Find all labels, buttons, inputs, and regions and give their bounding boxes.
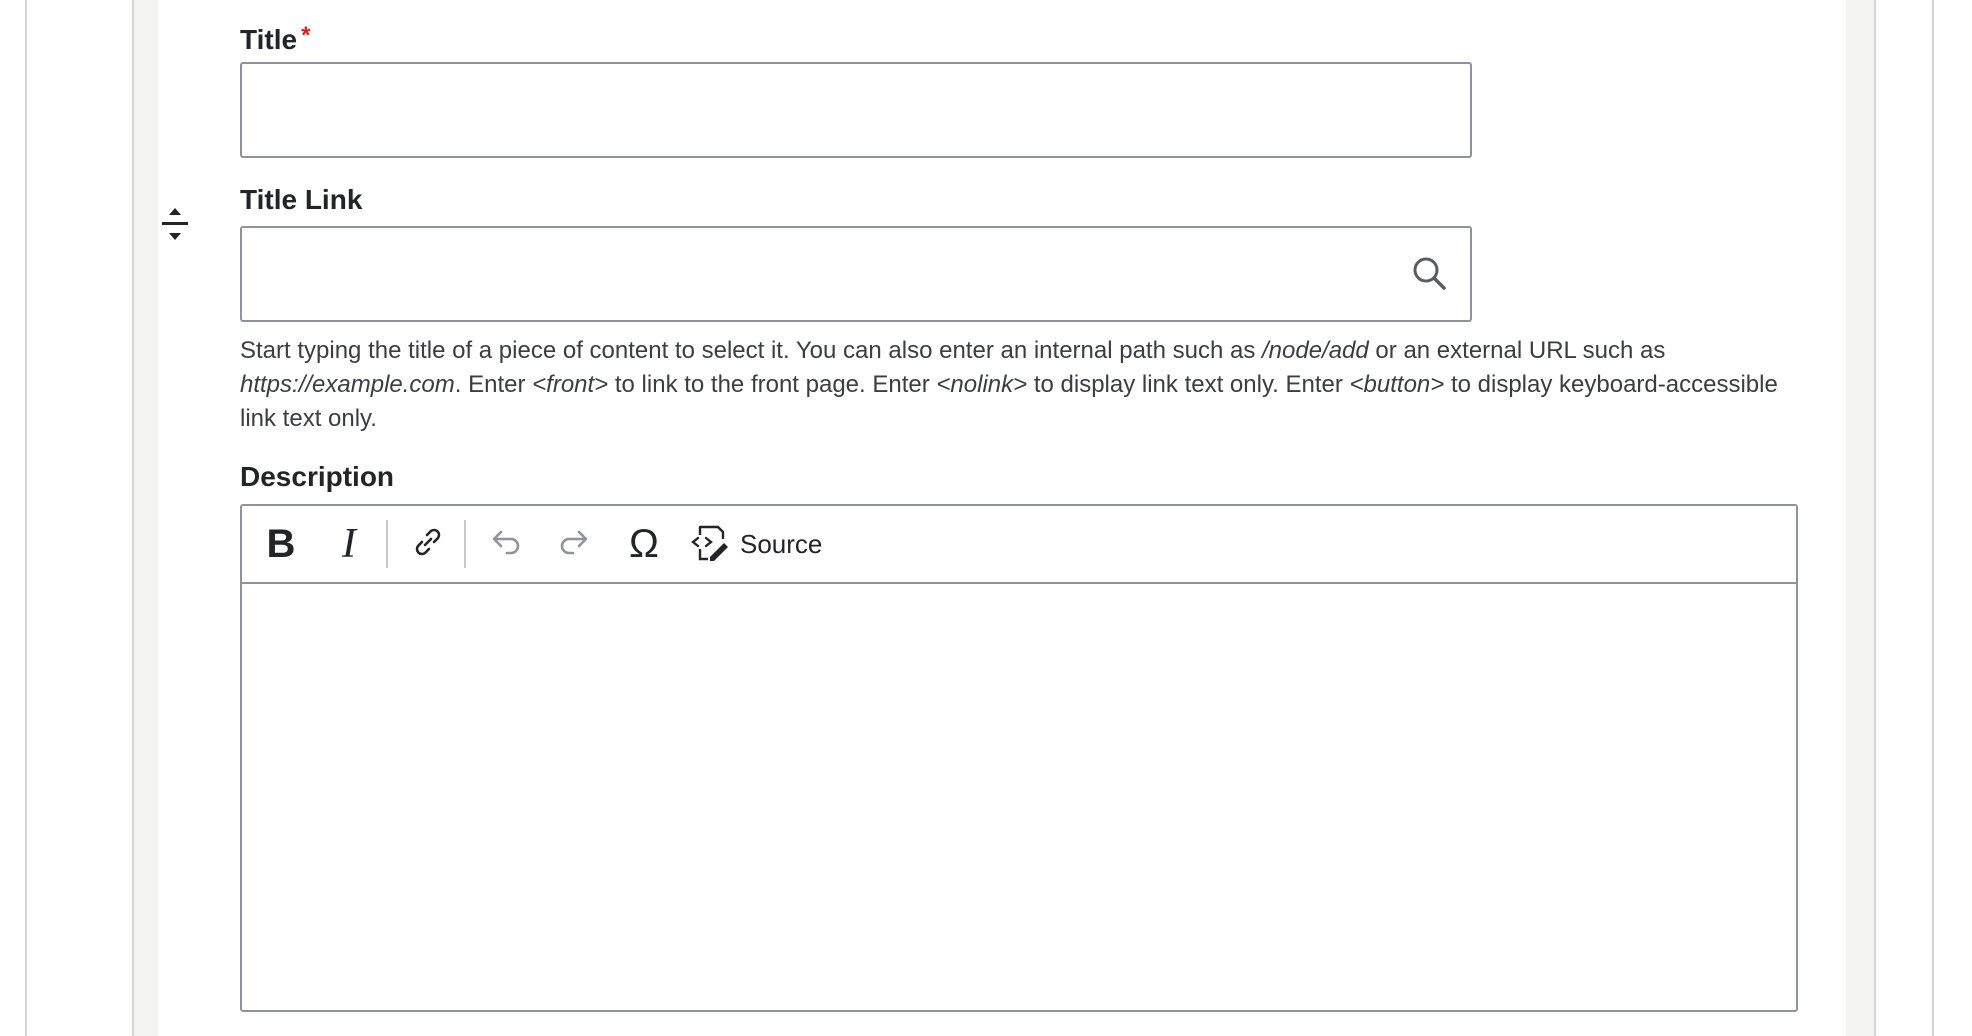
help-emphasis: https://example.com <box>240 371 455 398</box>
title-input[interactable] <box>240 62 1472 158</box>
help-emphasis: <button> <box>1349 371 1445 398</box>
source-icon <box>690 521 730 568</box>
source-button-label: Source <box>740 528 823 559</box>
title-label: Title * <box>240 20 310 56</box>
bold-icon: B <box>266 521 296 566</box>
help-text-part: Start typing the title of a piece of con… <box>240 337 1262 364</box>
toolbar-separator <box>386 520 388 568</box>
undo-button[interactable] <box>480 516 532 572</box>
description-label: Description <box>240 461 395 492</box>
source-button[interactable]: Source <box>690 516 840 572</box>
redo-button[interactable] <box>548 516 600 572</box>
help-emphasis: /node/add <box>1261 337 1369 364</box>
undo-icon <box>489 527 523 562</box>
title-link-label: Title Link <box>240 184 363 215</box>
redo-icon <box>557 527 591 562</box>
description-editor: B I Ω Source <box>240 504 1798 1012</box>
link-icon <box>411 525 445 564</box>
title-link-help-text: Start typing the title of a piece of con… <box>240 334 1800 436</box>
omega-icon: Ω <box>629 521 659 566</box>
help-text-part: or an external URL such as <box>1368 337 1666 364</box>
title-link-input[interactable] <box>240 226 1472 322</box>
description-editor-content[interactable] <box>242 584 1796 1010</box>
outer-border-left <box>25 0 27 1036</box>
special-characters-button[interactable]: Ω <box>616 516 672 572</box>
search-icon <box>1410 254 1448 292</box>
italic-icon: I <box>342 521 356 567</box>
title-label-text: Title <box>240 24 298 55</box>
outer-border-right <box>1932 0 1934 1036</box>
drag-handle-icon[interactable] <box>160 206 190 242</box>
help-text-part: to link to the front page. Enter <box>608 371 937 398</box>
italic-button[interactable]: I <box>324 516 374 572</box>
help-emphasis: <nolink> <box>936 371 1028 398</box>
link-button[interactable] <box>402 516 454 572</box>
required-marker: * <box>301 22 311 49</box>
toolbar-separator <box>464 520 466 568</box>
help-text-part: to display link text only. Enter <box>1027 371 1350 398</box>
editor-toolbar: B I Ω Source <box>242 506 1796 584</box>
bold-button[interactable]: B <box>256 516 306 572</box>
help-text-part: . Enter <box>454 371 533 398</box>
help-emphasis: <front> <box>532 371 609 398</box>
